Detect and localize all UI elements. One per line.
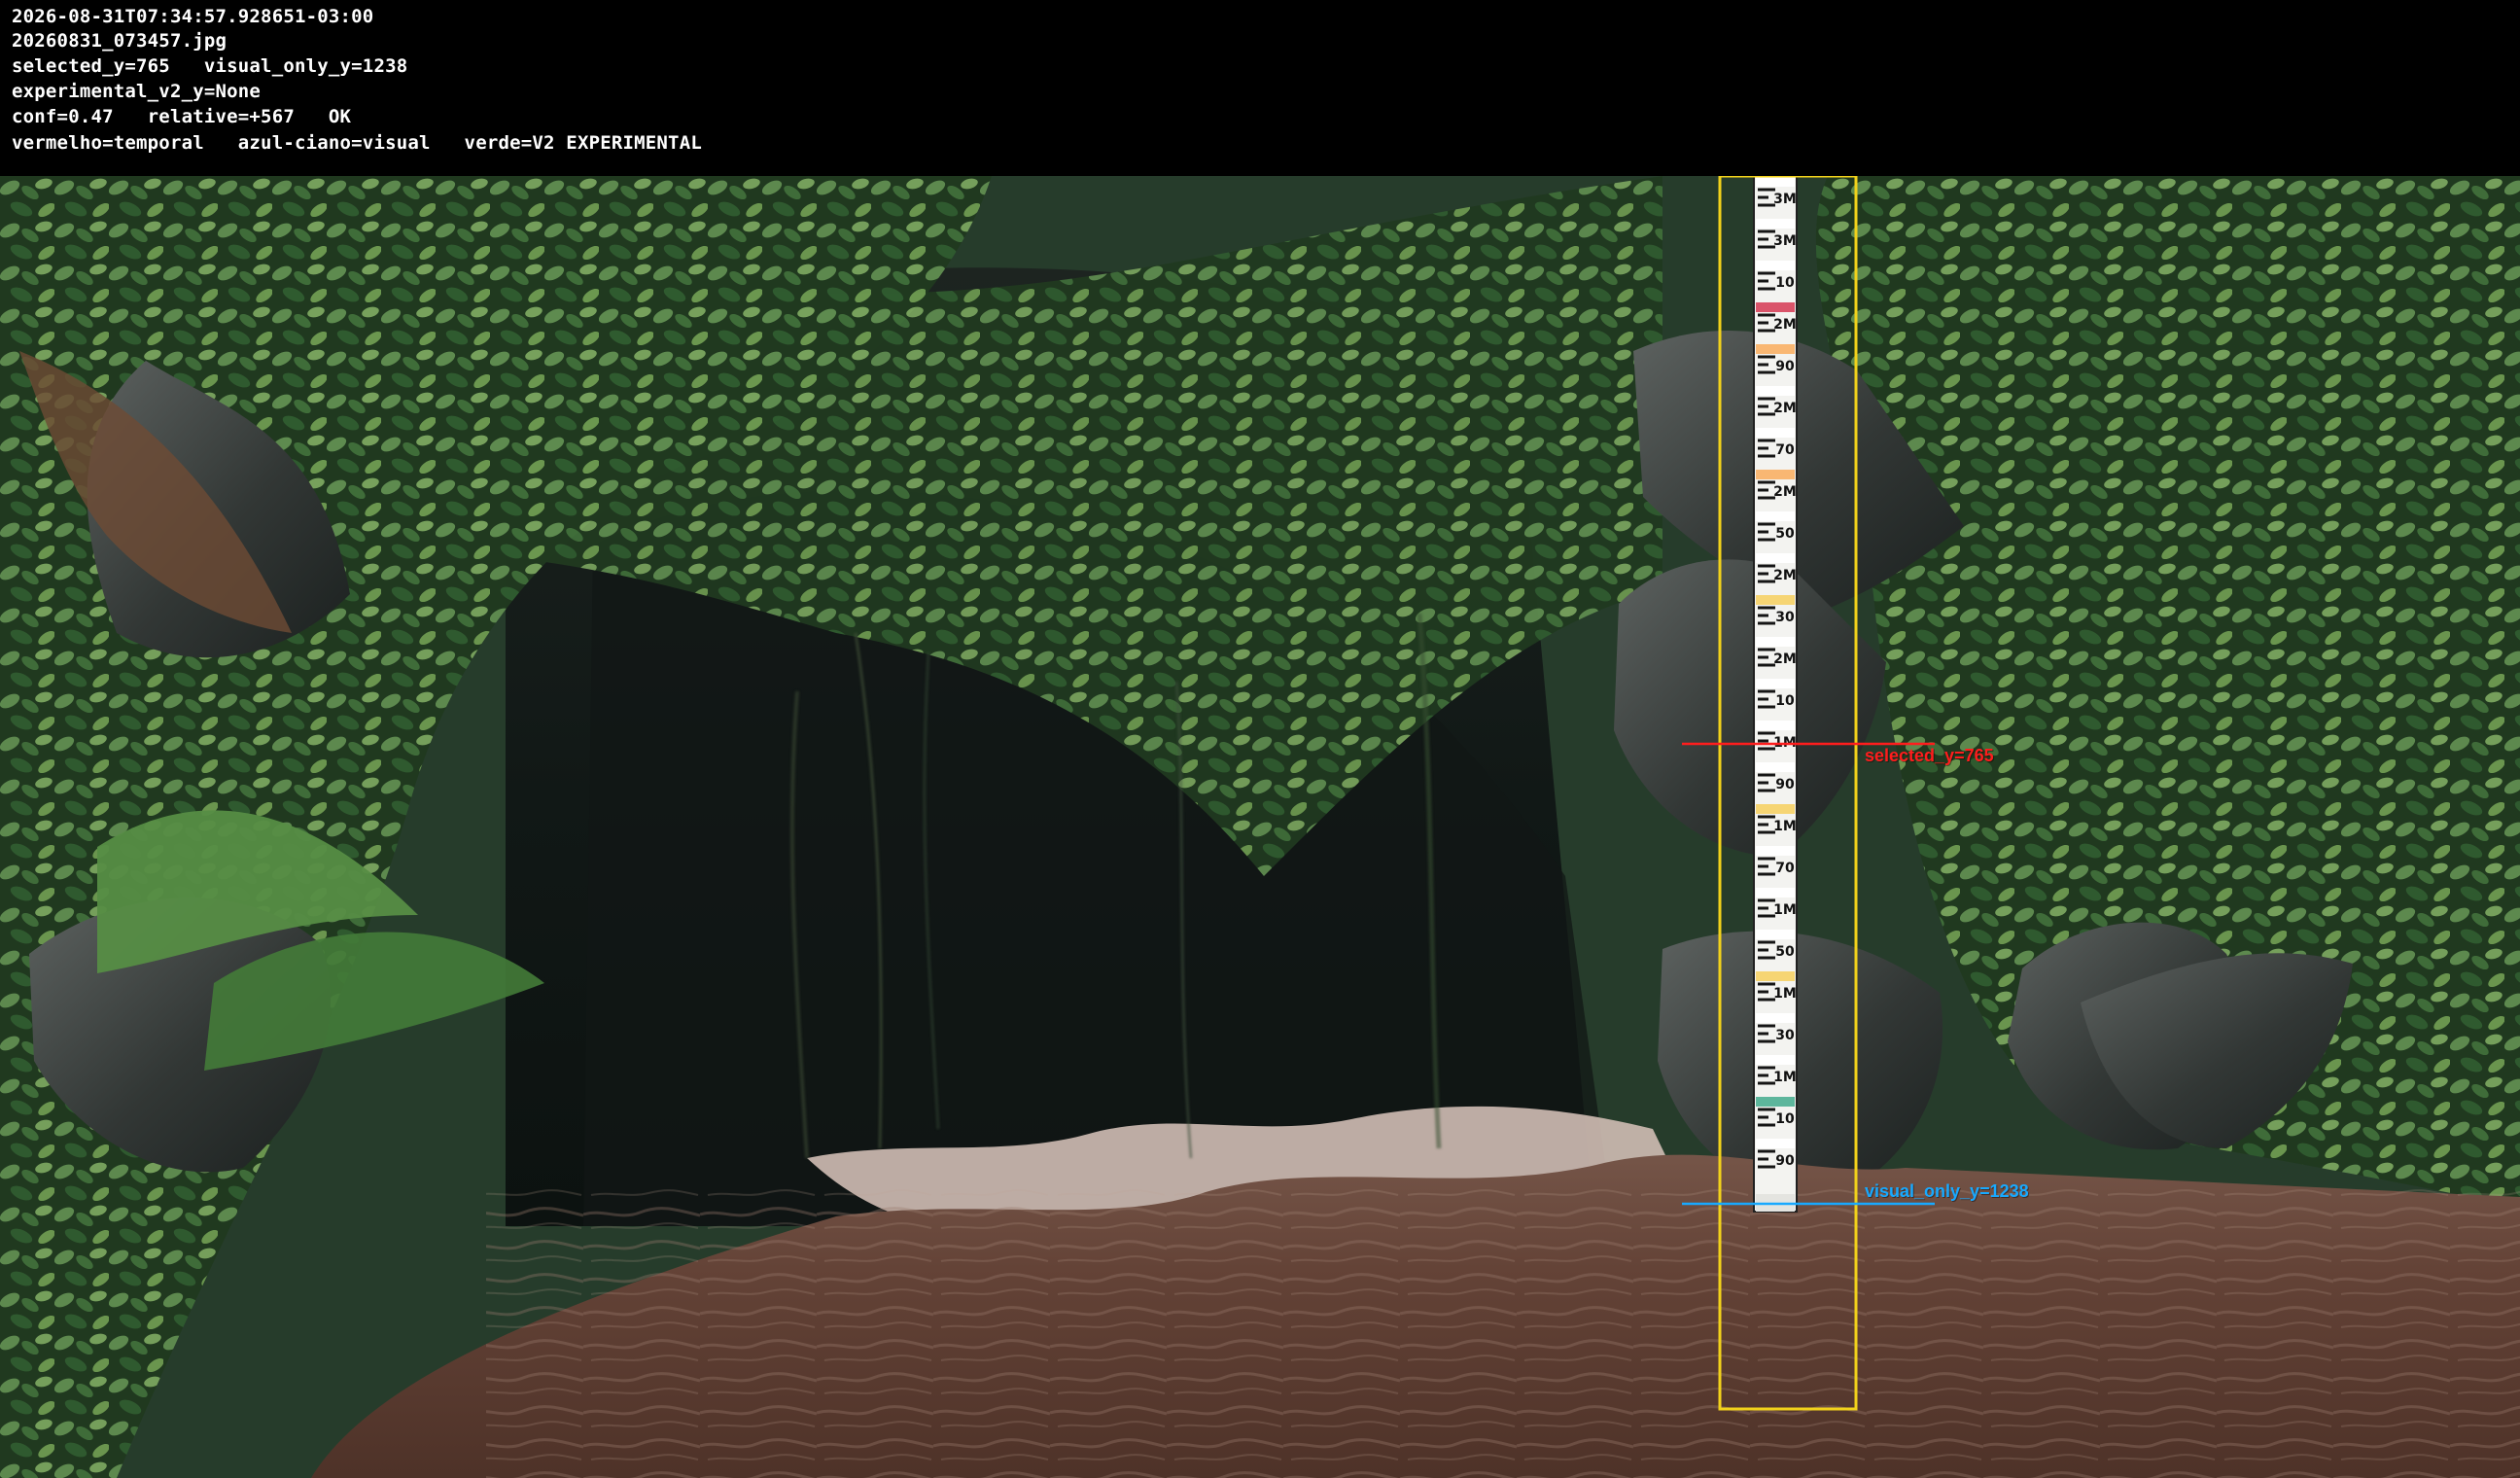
gauge-color-band xyxy=(1756,302,1795,312)
gauge-color-band xyxy=(1756,1055,1795,1065)
gauge-color-band xyxy=(1756,595,1795,605)
filename-line: 20260831_073457.jpg xyxy=(12,30,228,52)
gauge-label: 10 xyxy=(1775,275,1795,291)
experimental-line: experimental_v2_y=None xyxy=(12,81,262,102)
gauge-label: 90 xyxy=(1775,1153,1795,1169)
staff-gauge: 3M 3M 10 2M 90 2M 70 2M 50 2M 30 2M 10 1M 90 1M 70 1M 50 1M… xyxy=(1753,176,1798,1213)
gauge-label: 2M xyxy=(1773,484,1797,500)
gauge-label: 30 xyxy=(1775,610,1795,625)
gauge-color-band xyxy=(1756,804,1795,814)
camera-viewer: 2026-08-31T07:34:57.928651-03:00 2026083… xyxy=(0,0,2520,1478)
gauge-color-band xyxy=(1756,428,1795,438)
gauge-color-band xyxy=(1756,511,1795,521)
gauge-label: 2M xyxy=(1773,568,1797,583)
gauge-label: 1M xyxy=(1773,902,1797,918)
legend-line: vermelho=temporal azul-ciano=visual verd… xyxy=(12,132,702,154)
gauge-color-band xyxy=(1756,219,1795,229)
selected-visual-line: selected_y=765 visual_only_y=1238 xyxy=(12,55,408,77)
gauge-color-band xyxy=(1756,888,1795,897)
gauge-label: 90 xyxy=(1775,777,1795,792)
gauge-color-band xyxy=(1756,386,1795,396)
river-camera-frame: 3M 3M 10 2M 90 2M 70 2M 50 2M 30 2M 10 1M 90 1M 70 1M 50 1M… xyxy=(0,176,2520,1478)
gauge-color-band xyxy=(1756,1097,1795,1107)
gauge-label: 1M xyxy=(1773,986,1797,1002)
gauge-label: 2M xyxy=(1773,317,1797,333)
gauge-color-band xyxy=(1756,846,1795,856)
gauge-label: 1M xyxy=(1773,1070,1797,1085)
visual-level-label: visual_only_y=1238 xyxy=(1865,1181,2029,1201)
gauge-label: 90 xyxy=(1775,359,1795,374)
gauge-color-band xyxy=(1756,1013,1795,1023)
river-scene: 3M 3M 10 2M 90 2M 70 2M 50 2M 30 2M 10 1M 90 1M 70 1M 50 1M… xyxy=(0,176,2520,1478)
gauge-label: 50 xyxy=(1775,944,1795,960)
selected-level-label: selected_y=765 xyxy=(1865,746,1994,765)
gauge-color-band xyxy=(1756,261,1795,270)
water-ripples xyxy=(486,1187,2520,1478)
confidence-line: conf=0.47 relative=+567 OK xyxy=(12,106,352,127)
gauge-color-band xyxy=(1756,762,1795,772)
gauge-label: 2M xyxy=(1773,651,1797,667)
gauge-color-band xyxy=(1756,930,1795,939)
gauge-color-band xyxy=(1756,721,1795,730)
gauge-label: 10 xyxy=(1775,693,1795,709)
gauge-label: 10 xyxy=(1775,1111,1795,1127)
timestamp-line: 2026-08-31T07:34:57.928651-03:00 xyxy=(12,6,374,27)
gauge-label: 70 xyxy=(1775,442,1795,458)
gauge-color-band xyxy=(1756,344,1795,354)
gauge-color-band xyxy=(1756,553,1795,563)
gauge-label: 1M xyxy=(1773,819,1797,834)
gauge-label: 50 xyxy=(1775,526,1795,542)
gauge-label: 2M xyxy=(1773,401,1797,416)
gauge-label: 30 xyxy=(1775,1028,1795,1043)
gauge-color-band xyxy=(1756,971,1795,981)
gauge-color-band xyxy=(1756,1139,1795,1148)
gauge-color-band xyxy=(1756,637,1795,647)
gauge-color-band xyxy=(1756,470,1795,479)
gauge-label: 70 xyxy=(1775,861,1795,876)
gauge-label: 3M xyxy=(1773,192,1797,207)
metadata-panel: 2026-08-31T07:34:57.928651-03:00 2026083… xyxy=(0,0,2520,176)
gauge-color-band xyxy=(1756,177,1795,187)
gauge-label: 3M xyxy=(1773,233,1797,249)
gauge-color-band xyxy=(1756,679,1795,688)
